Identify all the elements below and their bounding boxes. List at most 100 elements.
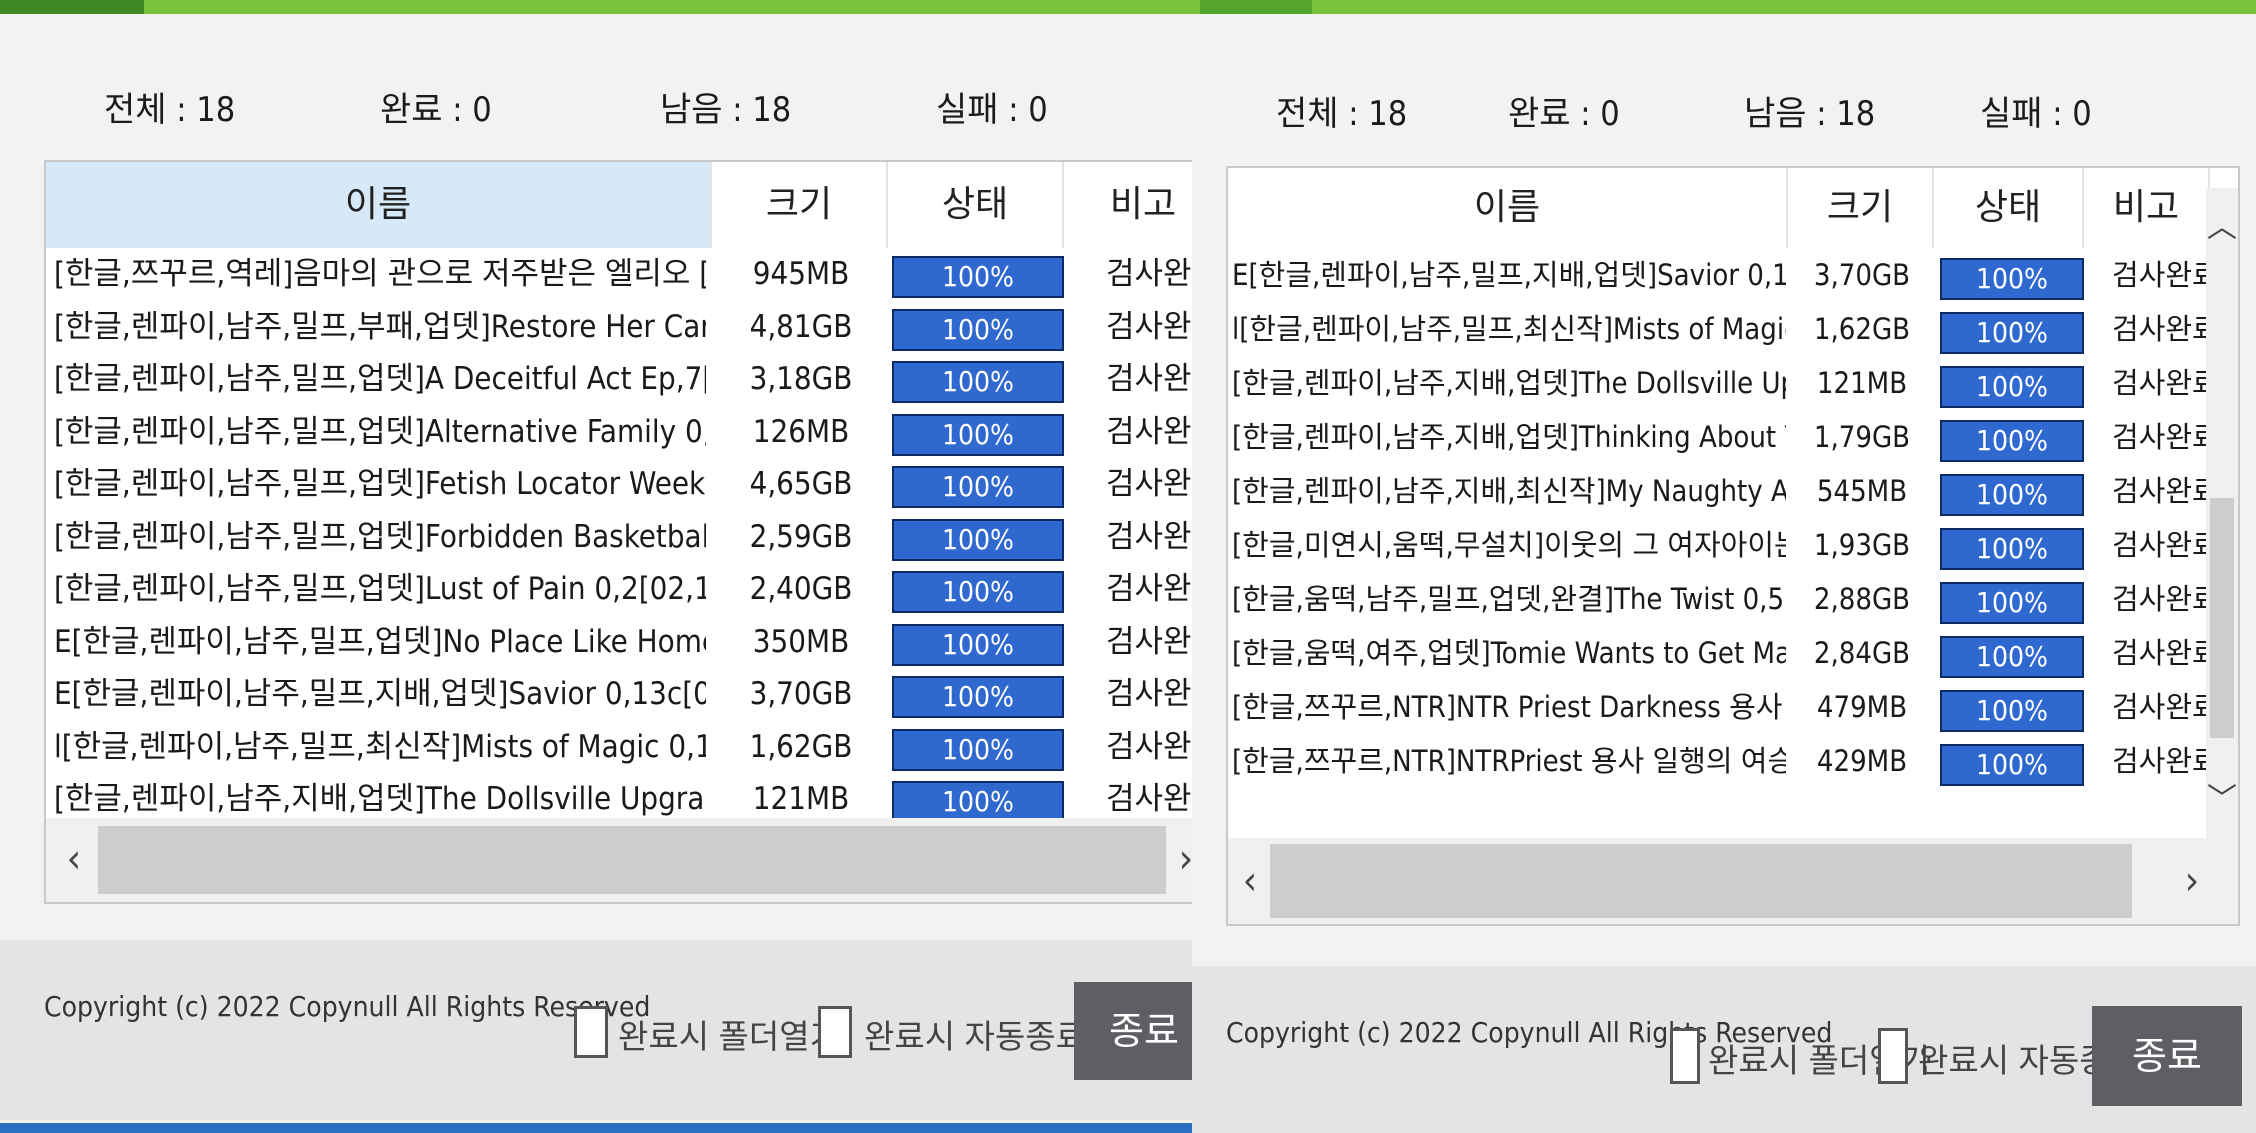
status-note: 검사완료 [1106, 361, 1192, 397]
column-header-size[interactable]: 크기 [1788, 168, 1934, 248]
left-window: 전체 : 18 완료 : 0 남음 : 18 실패 : 0 이름 크기 상태 비… [0, 0, 1192, 1133]
status-note: 검사완료 [1106, 728, 1192, 765]
column-header-note[interactable]: 비고 [1064, 162, 1192, 248]
scroll-right-icon[interactable]: › [1166, 836, 1192, 882]
progress-label: 100% [941, 732, 1014, 766]
file-name: E[한글,렌파이,남주,밀프,업뎃]No Place Like Home 0,0… [54, 623, 706, 660]
file-name: [한글,렌파이,남주,지배,업뎃]Thinking About You 0,9,… [1232, 420, 1786, 454]
file-size: 121MB [1816, 366, 1908, 400]
scroll-up-icon[interactable]: ︿ [2206, 202, 2238, 246]
status-note: 검사완료 [1106, 413, 1192, 450]
table-row[interactable]: l[한글,렌파이,남주,밀프,최신작]Mists of Magic 0,1[02… [46, 721, 1192, 774]
vertical-scrollbar[interactable]: ︿ ﹀ [2206, 188, 2238, 838]
progress-bar: 100% [892, 518, 1064, 561]
table-row[interactable]: E[한글,렌파이,남주,밀프,지배,업뎃]Savior 0,13c[02,13]… [46, 668, 1192, 721]
exit-button[interactable]: 종료 [2092, 1006, 2242, 1106]
file-name: [한글,렌파이,남주,밀프,업뎃]Alternative Family 0,3[… [54, 413, 706, 450]
table-row[interactable]: [한글,렌파이,남주,밀프,업뎃]A Deceitful Act Ep,7[02… [46, 353, 1192, 406]
file-size: 1,62GB [1813, 312, 1911, 346]
file-size: 2,40GB [749, 571, 853, 607]
file-name: [한글,움떡,여주,업뎃]Tomie Wants to Get Married … [1232, 636, 1786, 670]
file-name: [한글,렌파이,남주,밀프,업뎃]A Deceitful Act Ep,7[02… [54, 361, 706, 397]
progress-label: 100% [1975, 424, 2048, 457]
status-note: 검사완료 [2112, 312, 2208, 346]
progress-bar: 100% [1940, 690, 2084, 732]
stats-row: 전체 : 18 완료 : 0 남음 : 18 실패 : 0 [1192, 86, 2256, 134]
horizontal-scrollbar[interactable]: ‹ › [1228, 838, 2238, 924]
exit-button[interactable]: 종료 [1074, 982, 1192, 1080]
table-row[interactable]: [한글,렌파이,남주,밀프,업뎃]Fetish Locator Week3 v2… [46, 458, 1192, 511]
file-name: [한글,렌파이,남주,밀프,업뎃]Lust of Pain 0,2[02,13]… [54, 571, 706, 607]
right-window: 전체 : 18 완료 : 0 남음 : 18 실패 : 0 이름 크기 상태 비… [1192, 0, 2256, 1133]
taskbar-strip [0, 1123, 1192, 1133]
progress-label: 100% [941, 680, 1014, 713]
scroll-left-icon[interactable]: ‹ [1230, 858, 1270, 904]
table-row[interactable]: [한글,렌파이,남주,밀프,업뎃]Lust of Pain 0,2[02,13]… [46, 563, 1192, 616]
column-header-status[interactable]: 상태 [1934, 168, 2084, 248]
column-header-size[interactable]: 크기 [712, 162, 888, 248]
table-row[interactable]: [한글,렌파이,남주,밀프,업뎃]Alternative Family 0,3[… [46, 406, 1192, 459]
vertical-scroll-thumb[interactable] [2210, 498, 2234, 738]
horizontal-scroll-thumb[interactable] [1270, 844, 2132, 918]
status-note: 검사완료 [1106, 256, 1192, 292]
stat-total: 전체 : 18 [104, 90, 236, 130]
file-size: 4,65GB [749, 466, 853, 502]
stat-done: 완료 : 0 [1508, 94, 1620, 134]
file-size: 429MB [1816, 744, 1908, 778]
progress-label: 100% [1975, 748, 2048, 781]
table-row[interactable]: [한글,쯔꾸르,역레]음마의 관으로 저주받은 엘리오 [02,13],zip 9… [46, 248, 1192, 301]
table-row[interactable]: [한글,움떡,남주,밀프,업뎃,완결]The Twist 0,52,1[02,1… [1228, 572, 2208, 626]
progress-label: 100% [941, 417, 1014, 451]
column-header-status[interactable]: 상태 [888, 162, 1064, 248]
file-size: 2,84GB [1813, 636, 1911, 670]
table-row[interactable]: [한글,쯔꾸르,NTR]NTR Priest Darkness 용사 일행의 여… [1228, 680, 2208, 734]
progress-label: 100% [941, 785, 1014, 818]
scroll-left-icon[interactable]: ‹ [54, 836, 94, 882]
horizontal-scroll-thumb[interactable] [98, 826, 1166, 894]
list-header: 이름 크기 상태 비고 [1228, 168, 2238, 248]
auto-exit-label: 완료시 자동종료 [864, 1017, 1086, 1056]
progress-bar: 100% [892, 623, 1064, 666]
file-name: [한글,쯔꾸르,역레]음마의 관으로 저주받은 엘리오 [02,13],zip [54, 256, 706, 292]
table-row[interactable]: E[한글,렌파이,남주,밀프,업뎃]No Place Like Home 0,0… [46, 616, 1192, 669]
progress-bar: 100% [892, 676, 1064, 718]
open-folder-checkbox[interactable] [574, 1006, 608, 1058]
file-name: l[한글,렌파이,남주,밀프,최신작]Mists of Magic 0,1[02… [54, 728, 706, 765]
table-row[interactable]: [한글,렌파이,남주,밀프,업뎃]Forbidden Basketball Ep… [46, 511, 1192, 564]
file-list: E[한글,렌파이,남주,밀프,지배,업뎃]Savior 0,13c[02,13]… [1228, 248, 2208, 838]
scroll-down-icon[interactable]: ﹀ [2206, 774, 2238, 818]
progress-bar: 100% [1940, 582, 2084, 624]
file-list: [한글,쯔꾸르,역레]음마의 관으로 저주받은 엘리오 [02,13],zip 9… [46, 248, 1192, 823]
progress-bar: 100% [892, 466, 1064, 508]
open-folder-checkbox[interactable] [1670, 1028, 1700, 1084]
status-note: 검사완료 [2112, 474, 2208, 508]
horizontal-scrollbar[interactable]: ‹ › [46, 818, 1192, 902]
table-row[interactable]: [한글,렌파이,남주,밀프,부패,업뎃]Restore Her Career 0… [46, 301, 1192, 354]
file-name: [한글,렌파이,남주,지배,업뎃]The Dollsville Upgrade … [1232, 366, 1786, 400]
file-name: [한글,쯔꾸르,NTR]NTRPriest 용사 일행의 여승려가 거리에서 [1232, 744, 1786, 778]
progress-label: 100% [941, 575, 1014, 608]
file-name: E[한글,렌파이,남주,밀프,지배,업뎃]Savior 0,13c[02,13]… [54, 676, 706, 712]
progress-bar: 100% [892, 781, 1064, 823]
table-row[interactable]: [한글,움떡,여주,업뎃]Tomie Wants to Get Married … [1228, 626, 2208, 680]
column-header-name[interactable]: 이름 [46, 162, 712, 248]
auto-exit-checkbox[interactable] [818, 1006, 852, 1058]
column-header-note[interactable]: 비고 [2084, 168, 2210, 248]
footer: Copyright (c) 2022 Copynull All Rights R… [1192, 966, 2256, 1133]
table-row[interactable]: [한글,쯔꾸르,NTR]NTRPriest 용사 일행의 여승려가 거리에서 42… [1228, 734, 2208, 788]
file-list-panel: 이름 크기 상태 비고 [한글,쯔꾸르,역레]음마의 관으로 저주받은 엘리오 … [44, 160, 1192, 904]
progress-label: 100% [941, 627, 1014, 661]
table-row[interactable]: [한글,미연시,움떡,무설치]이웃의 그 여자아이는 귀국 처녀 [02,13]… [1228, 518, 2208, 572]
progress-label: 100% [941, 260, 1014, 293]
table-row[interactable]: [한글,렌파이,남주,지배,최신작]My Naughty Angels 0,11… [1228, 464, 2208, 518]
table-row[interactable]: [한글,렌파이,남주,지배,업뎃]The Dollsville Upgrade … [1228, 356, 2208, 410]
table-row[interactable]: E[한글,렌파이,남주,밀프,지배,업뎃]Savior 0,13c[02,13]… [1228, 248, 2208, 302]
scroll-right-icon[interactable]: › [2172, 858, 2212, 904]
column-header-name[interactable]: 이름 [1228, 168, 1788, 248]
table-row[interactable]: [한글,렌파이,남주,지배,업뎃]Thinking About You 0,9,… [1228, 410, 2208, 464]
table-row[interactable]: l[한글,렌파이,남주,밀프,최신작]Mists of Magic 0,1[02… [1228, 302, 2208, 356]
progress-label: 100% [941, 522, 1014, 556]
progress-label: 100% [1975, 532, 2048, 565]
auto-exit-checkbox[interactable] [1878, 1028, 1908, 1084]
stats-row: 전체 : 18 완료 : 0 남음 : 18 실패 : 0 [0, 82, 1192, 130]
